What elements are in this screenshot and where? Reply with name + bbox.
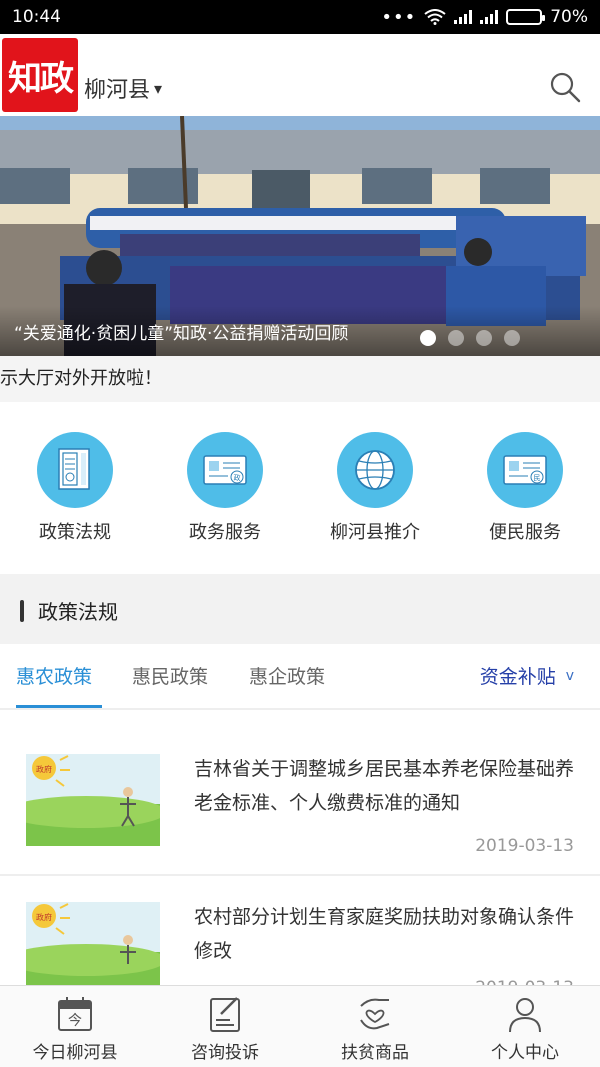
heart-hand-icon [360,998,390,1030]
news-item-2[interactable]: 政府 农村部分计划生育家庭奖励扶助对象确认条件修改 2019-03-13 [0,876,600,986]
status-icons: ••• 70% [381,7,588,28]
location-label: 柳河县 [84,78,151,103]
section-title: 政策法规 [38,600,118,624]
wifi-icon [424,9,446,25]
government-card-icon: 政 [187,432,263,508]
status-bar: 10:44 ••• 70% [0,0,600,34]
quick-link-label: 柳河县推介 [330,522,420,543]
quick-link-label: 政务服务 [189,522,261,543]
policy-tabs: 惠农政策 惠民政策 惠企政策 资金补贴 v [0,644,600,708]
location-selector[interactable]: 柳河县 ▾ [84,72,162,104]
section-header: 政策法规 [20,596,118,625]
svg-text:今: 今 [68,1013,82,1029]
news-thumbnail-label: 政府 [36,912,52,922]
notice-marquee[interactable]: 示大厅对外开放啦！ [0,356,600,402]
battery-icon [506,9,546,25]
news-thumbnail-label: 政府 [36,764,52,774]
banner-carousel[interactable]: “关爱通化·贫困儿童”知政·公益捐赠活动回顾 [0,116,600,356]
nav-label: 个人中心 [491,1043,559,1063]
nav-personal-center[interactable]: 个人中心 [450,994,600,1063]
nav-poverty-goods[interactable]: 扶贫商品 [300,994,450,1063]
news-thumbnail: 政府 [26,754,160,846]
status-time: 10:44 [12,7,61,27]
news-thumbnail: 政府 [26,902,160,986]
search-icon[interactable] [548,70,582,104]
policy-document-icon [37,432,113,508]
carousel-dot-1[interactable] [420,330,436,346]
carousel-dots [420,330,520,346]
nav-consult-complaint[interactable]: 咨询投诉 [150,994,300,1063]
edit-note-icon [210,997,240,1032]
bottom-nav: 今 今日柳河县 咨询投诉 扶贫商品 个人中心 [0,985,600,1067]
tab-enterprise-policy[interactable]: 惠企政策 [249,662,325,689]
tab-livelihood-policy[interactable]: 惠民政策 [132,662,208,689]
carousel-dot-3[interactable] [476,330,492,346]
tab-funding-subsidy[interactable]: 资金补贴 v [480,662,574,689]
carousel-dot-4[interactable] [504,330,520,346]
tab-funding-label: 资金补贴 [479,666,556,688]
news-title: 吉林省关于调整城乡居民基本养老保险基础养老金标准、个人缴费标准的通知 [194,758,575,814]
citizen-card-icon: 民 [487,432,563,508]
nav-label: 咨询投诉 [191,1043,259,1063]
quick-link-label: 政策法规 [39,522,111,543]
signal-icon-2 [480,10,499,24]
app-logo: 知政 [2,38,78,112]
news-item-1[interactable]: 政府 吉林省关于调整城乡居民基本养老保险基础养老金标准、个人缴费标准的通知 20… [0,710,600,876]
app-header: 知政 柳河县 ▾ [0,34,600,116]
globe-icon [337,432,413,508]
svg-text:民: 民 [534,474,541,482]
tab-agriculture-policy[interactable]: 惠农政策 [16,662,92,689]
chevron-down-icon: v [565,667,574,684]
news-title: 农村部分计划生育家庭奖励扶助对象确认条件修改 [194,906,575,962]
carousel-dot-2[interactable] [448,330,464,346]
quick-link-gov-service[interactable]: 政 政务服务 [150,432,300,544]
caret-down-icon: ▾ [154,78,163,98]
nav-label: 今日柳河县 [32,1043,118,1063]
svg-text:政: 政 [234,473,241,482]
banner-caption: “关爱通化·贫困儿童”知政·公益捐赠活动回顾 [14,324,349,344]
battery-level: 70% [550,7,588,27]
quick-link-label: 便民服务 [489,522,561,543]
quick-link-county-intro[interactable]: 柳河县推介 [300,432,450,544]
user-icon [509,998,541,1033]
section-marker-icon [20,599,24,622]
quick-link-citizen-service[interactable]: 民 便民服务 [450,432,600,544]
nav-today-county[interactable]: 今 今日柳河县 [0,994,150,1063]
quick-links: 政策法规 政 政务服务 柳河县推介 民 便民服务 [0,402,600,574]
calendar-icon: 今 [58,997,92,1031]
news-date: 2019-03-13 [475,836,574,856]
signal-icon-1 [454,10,473,24]
nav-label: 扶贫商品 [341,1043,409,1063]
quick-link-policy[interactable]: 政策法规 [0,432,150,544]
more-dots-icon: ••• [381,6,417,28]
